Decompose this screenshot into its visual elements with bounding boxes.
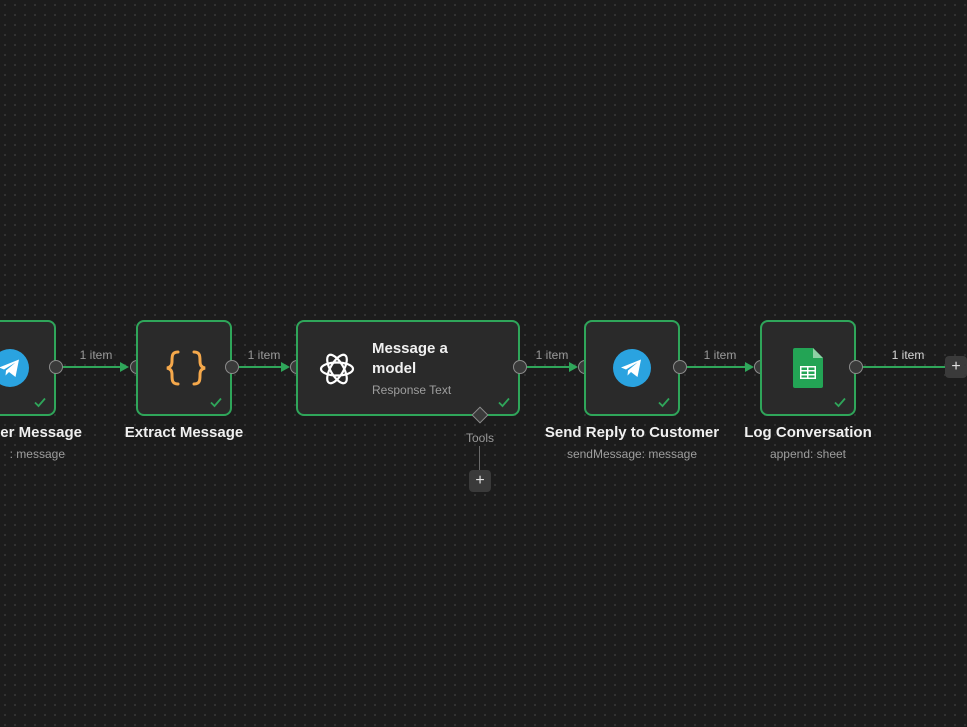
connection-arrow [120,362,129,372]
connection-line[interactable] [527,366,571,368]
braces-icon [162,348,210,388]
output-handle[interactable] [673,360,687,374]
tools-label: Tools [465,431,494,445]
connection-line[interactable] [63,366,123,368]
connection-line[interactable] [687,366,747,368]
node-subtitle: append: sheet [769,447,847,461]
node-title-line-2: model [372,360,417,377]
output-handle[interactable] [225,360,239,374]
message-model-node[interactable]: Message a model Response Text [296,320,520,416]
node-subtitle: Response Text [372,383,452,397]
connection-item-count: 1 item [79,348,113,362]
telegram-trigger-node[interactable] [0,320,56,416]
node-title-line-1: Message a [372,340,448,357]
openai-icon [316,348,358,390]
add-tool-button[interactable]: + [469,470,491,492]
send-reply-node[interactable] [584,320,680,416]
output-handle[interactable] [513,360,527,374]
log-conversation-node[interactable] [760,320,856,416]
connection-arrow [281,362,290,372]
tools-connector-line [479,446,480,470]
extract-message-node[interactable] [136,320,232,416]
output-handle[interactable] [849,360,863,374]
connection-item-count: 1 item [891,348,925,362]
node-title: er Message [0,424,82,441]
add-node-button[interactable]: + [945,356,967,378]
telegram-icon [0,348,30,388]
node-title: Extract Message [124,424,244,441]
google-sheets-icon [793,348,823,388]
connection-arrow [569,362,578,372]
connection-line[interactable] [239,366,283,368]
success-check-icon [34,397,46,408]
connection-item-count: 1 item [247,348,281,362]
node-title: Log Conversation [744,424,872,441]
workflow-canvas[interactable]: er Message : message 1 item Extract Mess… [0,0,967,727]
node-subtitle: : message [9,447,65,461]
telegram-icon [612,348,652,388]
success-check-icon [658,397,670,408]
connection-line[interactable] [863,366,945,368]
node-title: Send Reply to Customer [544,424,720,441]
node-subtitle: sendMessage: message [566,447,698,461]
connection-item-count: 1 item [535,348,569,362]
connection-item-count: 1 item [703,348,737,362]
output-handle[interactable] [49,360,63,374]
connection-arrow [745,362,754,372]
success-check-icon [498,397,510,408]
success-check-icon [210,397,222,408]
success-check-icon [834,397,846,408]
